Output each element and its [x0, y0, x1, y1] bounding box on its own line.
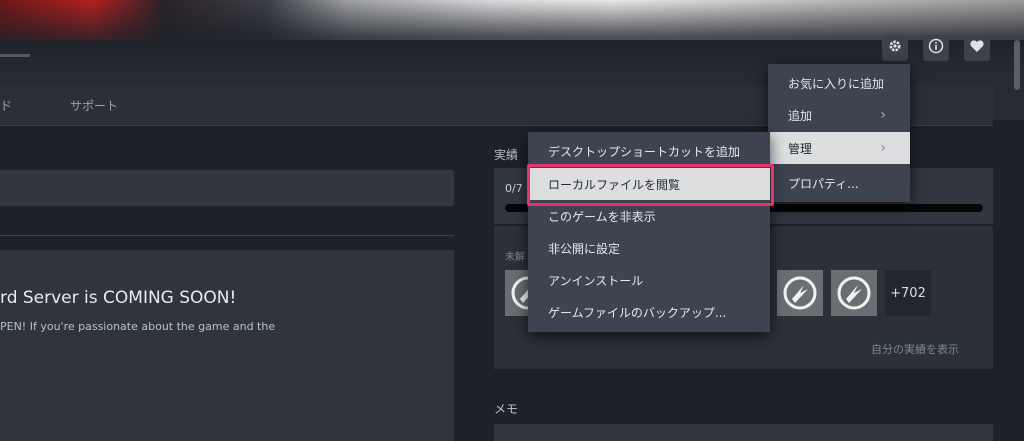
activity-panel	[0, 170, 454, 206]
locked-achievements-label: 未解	[505, 252, 525, 263]
chevron-right-icon: ›	[880, 107, 886, 123]
highlight-outline	[527, 164, 774, 206]
notes-panel[interactable]	[494, 424, 993, 441]
menu-item-backup-game-files[interactable]: ゲームファイルのバックアップ...	[528, 296, 770, 328]
menu-item-label: アンインストール	[548, 273, 644, 288]
news-card[interactable]	[0, 250, 454, 441]
scrollbar[interactable]	[1014, 40, 1020, 90]
nav-item-partial[interactable]: ド	[0, 97, 12, 114]
menu-item-add-desktop-shortcut[interactable]: デスクトップショートカットを追加	[528, 135, 770, 167]
menu-item-manage[interactable]: 管理 ›	[768, 132, 910, 164]
menu-item-label: 追加	[788, 108, 813, 123]
nav-item-support[interactable]: サポート	[70, 97, 118, 114]
achievement-icon[interactable]	[777, 270, 823, 316]
menu-item-add-to-favorites[interactable]: お気に入りに追加	[768, 67, 910, 99]
menu-item-label: このゲームを非表示	[548, 209, 656, 224]
chevron-right-icon: ›	[880, 140, 886, 156]
menu-item-label: 管理	[788, 141, 813, 156]
menu-item-label: 非公開に設定	[548, 241, 621, 256]
menu-item-label: プロパティ...	[788, 176, 859, 191]
context-menu: お気に入りに追加 追加 › 管理 › プロパティ...	[768, 64, 910, 202]
heart-icon	[969, 38, 985, 58]
divider	[0, 235, 454, 236]
notes-label: メモ	[494, 402, 519, 416]
info-button[interactable]	[923, 35, 949, 61]
menu-item-uninstall[interactable]: アンインストール	[528, 264, 770, 296]
news-body: PEN! If you're passionate about the game…	[0, 320, 276, 333]
hero-indicator	[0, 54, 30, 57]
more-achievements-count[interactable]: +702	[885, 270, 931, 316]
gear-icon	[887, 38, 903, 58]
settings-button[interactable]	[882, 35, 908, 61]
view-my-achievements-link[interactable]: 自分の実績を表示	[871, 341, 959, 357]
menu-item-label: デスクトップショートカットを追加	[548, 144, 741, 159]
favorite-button[interactable]	[964, 35, 990, 61]
menu-item-label: ゲームファイルのバックアップ...	[548, 305, 727, 320]
achievement-icon[interactable]	[831, 270, 877, 316]
achievements-label: 実績	[494, 148, 519, 162]
info-icon	[928, 38, 944, 58]
menu-item-label: お気に入りに追加	[788, 76, 885, 91]
news-title: rd Server is COMING SOON!	[0, 288, 237, 308]
manage-submenu: デスクトップショートカットを追加 ローカルファイルを閲覧 このゲームを非表示 非…	[528, 132, 770, 332]
menu-item-properties[interactable]: プロパティ...	[768, 167, 910, 199]
menu-item-add[interactable]: 追加 ›	[768, 99, 910, 131]
achievements-count: 0/7	[505, 182, 523, 195]
menu-item-set-private[interactable]: 非公開に設定	[528, 232, 770, 264]
